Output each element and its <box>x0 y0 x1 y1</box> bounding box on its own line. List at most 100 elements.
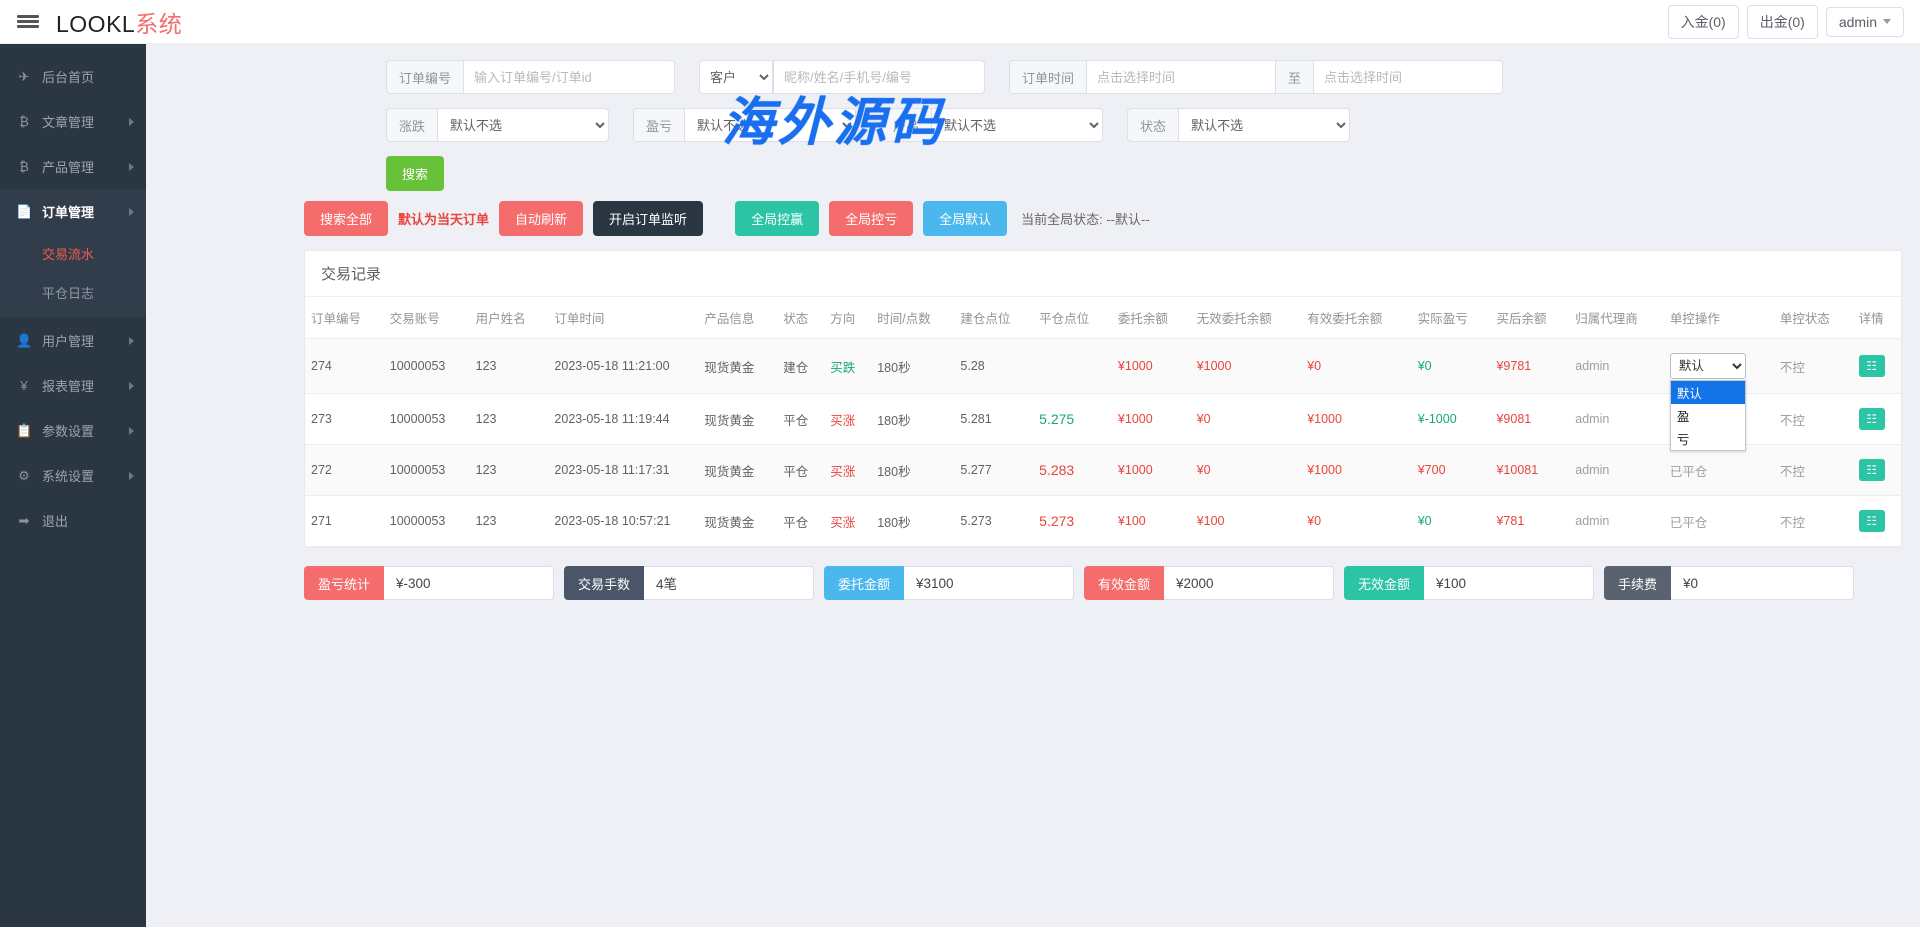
time-start-input[interactable] <box>1086 60 1276 94</box>
col-balance-after: 买后余额 <box>1490 297 1569 339</box>
product-group: 产品 默认不选 <box>880 108 1103 142</box>
cell-order-no: 273 <box>305 394 384 445</box>
cell-direction: 买涨 <box>824 394 871 445</box>
cell-control-state: 不控 <box>1774 445 1853 496</box>
global-loss-button[interactable]: 全局控亏 <box>829 201 913 236</box>
col-entrust: 委托余额 <box>1112 297 1191 339</box>
cell-actual-pnl: ¥-1000 <box>1412 394 1491 445</box>
cell-entrust: ¥1000 <box>1112 394 1191 445</box>
cell-user-name: 123 <box>470 445 549 496</box>
filter-row-3: 搜索 <box>146 156 1920 191</box>
header-actions: 入金(0) 出金(0) admin <box>1668 5 1920 39</box>
profit-loss-select[interactable]: 默认不选 <box>684 108 856 142</box>
search-all-button[interactable]: 搜索全部 <box>304 201 388 236</box>
withdraw-button[interactable]: 出金(0) <box>1747 5 1818 39</box>
order-no-input[interactable] <box>463 60 675 94</box>
sidebar-item-system[interactable]: ⚙ 系统设置 <box>0 453 146 498</box>
sidebar-item-parameters[interactable]: 📋 参数设置 <box>0 408 146 453</box>
summary-item: 有效金额¥2000 <box>1084 566 1334 600</box>
cell-close-point: 5.275 <box>1033 394 1112 445</box>
cell-invalid-entrust: ¥0 <box>1191 394 1302 445</box>
search-button[interactable]: 搜索 <box>386 156 444 191</box>
cell-open-point: 5.281 <box>954 394 1033 445</box>
col-order-no: 订单编号 <box>305 297 384 339</box>
cell-close-point: 5.273 <box>1033 496 1112 547</box>
col-account: 交易账号 <box>384 297 470 339</box>
control-select[interactable]: 默认 <box>1670 353 1746 379</box>
cell-account: 10000053 <box>384 445 470 496</box>
table-header-row: 订单编号 交易账号 用户姓名 订单时间 产品信息 状态 方向 时间/点数 建仓点… <box>305 297 1901 339</box>
table-row: 274100000531232023-05-18 11:21:00现货黄金建仓买… <box>305 339 1901 394</box>
col-actual-pnl: 实际盈亏 <box>1412 297 1491 339</box>
col-close-point: 平仓点位 <box>1033 297 1112 339</box>
sidebar-item-articles[interactable]: ₿ 文章管理 <box>0 99 146 144</box>
brand-logo[interactable]: LOOKL系统 <box>56 5 182 39</box>
rise-fall-group: 涨跌 默认不选 <box>386 108 609 142</box>
cell-close-point <box>1033 339 1112 394</box>
sidebar-item-dashboard[interactable]: ✈ 后台首页 <box>0 54 146 99</box>
sidebar-item-label: 后台首页 <box>42 67 94 86</box>
order-time-label: 订单时间 <box>1009 60 1086 94</box>
control-dropdown-option[interactable]: 亏 <box>1671 427 1745 450</box>
cell-order-time: 2023-05-18 11:21:00 <box>548 339 698 394</box>
sidebar-item-transaction-flow[interactable]: 交易流水 <box>0 234 146 273</box>
cell-product: 现货黄金 <box>698 496 777 547</box>
detail-button[interactable]: ☷ <box>1859 459 1885 481</box>
customer-group: 客户 <box>699 60 985 94</box>
file-icon: 📄 <box>16 204 32 220</box>
auto-refresh-button[interactable]: 自动刷新 <box>499 201 583 236</box>
start-monitor-button[interactable]: 开启订单监听 <box>593 201 703 236</box>
cell-direction: 买涨 <box>824 496 871 547</box>
global-win-button[interactable]: 全局控赢 <box>735 201 819 236</box>
detail-button[interactable]: ☷ <box>1859 510 1885 532</box>
brand-accent: 系统 <box>135 11 182 37</box>
sidebar-item-products[interactable]: ₿ 产品管理 <box>0 144 146 189</box>
dashboard-icon: ✈ <box>16 69 32 85</box>
action-toolbar: 搜索全部 默认为当天订单 自动刷新 开启订单监听 全局控赢 全局控亏 全局默认 … <box>146 201 1920 236</box>
sidebar-submenu-orders: 交易流水 平仓日志 <box>0 234 146 318</box>
copy-icon: 📋 <box>16 423 32 439</box>
sidebar-item-users[interactable]: 👤 用户管理 <box>0 318 146 363</box>
global-default-button[interactable]: 全局默认 <box>923 201 1007 236</box>
cell-control-operation: 默认默认盈亏 <box>1664 339 1774 394</box>
status-label: 状态 <box>1127 108 1178 142</box>
bitcoin-icon: ₿ <box>16 114 32 129</box>
summary-item: 盈亏统计¥-300 <box>304 566 554 600</box>
detail-button[interactable]: ☷ <box>1859 355 1885 377</box>
col-invalid-entrust: 无效委托余额 <box>1191 297 1302 339</box>
sidebar-item-label: 用户管理 <box>42 331 94 350</box>
user-menu-button[interactable]: admin <box>1826 7 1904 37</box>
cell-order-time: 2023-05-18 11:17:31 <box>548 445 698 496</box>
cell-entrust: ¥100 <box>1112 496 1191 547</box>
sidebar-item-reports[interactable]: ¥ 报表管理 <box>0 363 146 408</box>
status-select[interactable]: 默认不选 <box>1178 108 1350 142</box>
order-no-label: 订单编号 <box>386 60 463 94</box>
cell-actual-pnl: ¥0 <box>1412 496 1491 547</box>
cell-agent: admin <box>1569 496 1664 547</box>
control-dropdown-option[interactable]: 盈 <box>1671 404 1745 427</box>
deposit-button[interactable]: 入金(0) <box>1668 5 1739 39</box>
cell-agent: admin <box>1569 394 1664 445</box>
summary-bar: 盈亏统计¥-300交易手数4笔委托金额¥3100有效金额¥2000无效金额¥10… <box>146 548 1920 600</box>
customer-search-input[interactable] <box>773 60 985 94</box>
cell-duration: 180秒 <box>871 496 954 547</box>
summary-value: ¥-300 <box>384 566 554 600</box>
sidebar-item-logout[interactable]: ➡ 退出 <box>0 498 146 543</box>
detail-button[interactable]: ☷ <box>1859 408 1885 430</box>
cell-product: 现货黄金 <box>698 394 777 445</box>
cell-direction: 买涨 <box>824 445 871 496</box>
col-detail: 详情 <box>1853 297 1901 339</box>
brand-main: LOOKL <box>56 11 135 37</box>
product-select[interactable]: 默认不选 <box>931 108 1103 142</box>
sidebar-item-close-log[interactable]: 平仓日志 <box>0 273 146 312</box>
customer-type-select[interactable]: 客户 <box>699 60 773 94</box>
summary-value: ¥0 <box>1671 566 1854 600</box>
col-product: 产品信息 <box>698 297 777 339</box>
rise-fall-select[interactable]: 默认不选 <box>437 108 609 142</box>
cell-open-point: 5.277 <box>954 445 1033 496</box>
sidebar-item-label: 产品管理 <box>42 157 94 176</box>
control-dropdown-option[interactable]: 默认 <box>1671 381 1745 404</box>
sidebar-item-orders[interactable]: 📄 订单管理 <box>0 189 146 234</box>
hamburger-icon[interactable] <box>0 12 56 30</box>
time-end-input[interactable] <box>1313 60 1503 94</box>
